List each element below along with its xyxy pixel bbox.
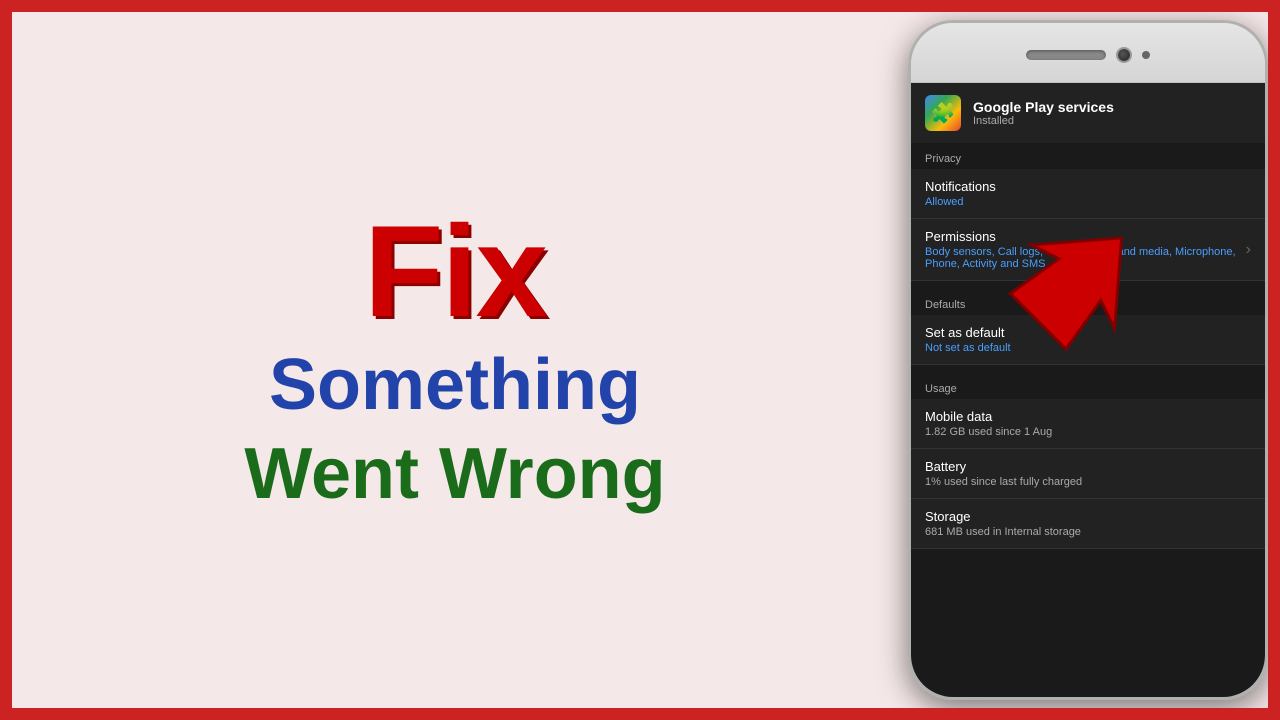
set-default-title: Set as default [925, 325, 1251, 340]
permissions-title: Permissions [925, 229, 1251, 244]
permissions-item[interactable]: Permissions Body sensors, Call logs, Cam… [911, 219, 1265, 281]
speaker-grille [1026, 50, 1106, 60]
defaults-section-label: Defaults [911, 289, 1265, 315]
inner-container: Fix Something Went Wrong 🧩 [12, 12, 1268, 708]
mobile-data-sub: 1.82 GB used since 1 Aug [925, 426, 1251, 438]
permissions-chevron: › [1246, 241, 1251, 259]
notifications-item[interactable]: Notifications Allowed [911, 169, 1265, 219]
sensor [1142, 51, 1150, 59]
app-icon: 🧩 [925, 95, 961, 131]
fix-title: Fix [364, 206, 546, 336]
notifications-sub: Allowed [925, 196, 1251, 208]
battery-title: Battery [925, 459, 1251, 474]
phone-screen: 🧩 Google Play services Installed Privacy… [911, 83, 1265, 697]
app-info: Google Play services Installed [973, 99, 1114, 127]
outer-border: Fix Something Went Wrong 🧩 [0, 0, 1280, 720]
storage-title: Storage [925, 509, 1251, 524]
mobile-data-item[interactable]: Mobile data 1.82 GB used since 1 Aug [911, 399, 1265, 449]
divider-2 [911, 365, 1265, 373]
front-camera [1118, 49, 1130, 61]
phone-container: 🧩 Google Play services Installed Privacy… [898, 12, 1268, 708]
phone-body: 🧩 Google Play services Installed Privacy… [908, 20, 1268, 700]
storage-item[interactable]: Storage 681 MB used in Internal storage [911, 499, 1265, 549]
went-wrong-title: Went Wrong [244, 435, 665, 514]
app-status: Installed [973, 115, 1114, 127]
battery-sub: 1% used since last fully charged [925, 476, 1251, 488]
something-title: Something [269, 346, 641, 425]
app-header: 🧩 Google Play services Installed [911, 83, 1265, 143]
left-content: Fix Something Went Wrong [12, 186, 898, 534]
phone-top [911, 23, 1265, 83]
app-name: Google Play services [973, 99, 1114, 115]
set-default-sub: Not set as default [925, 342, 1251, 354]
set-default-item[interactable]: Set as default Not set as default [911, 315, 1265, 365]
mobile-data-title: Mobile data [925, 409, 1251, 424]
storage-sub: 681 MB used in Internal storage [925, 526, 1251, 538]
divider-1 [911, 281, 1265, 289]
notifications-title: Notifications [925, 179, 1251, 194]
usage-section-label: Usage [911, 373, 1265, 399]
battery-item[interactable]: Battery 1% used since last fully charged [911, 449, 1265, 499]
privacy-section-label: Privacy [911, 143, 1265, 169]
permissions-sub: Body sensors, Call logs, Camera, Files a… [925, 246, 1251, 270]
